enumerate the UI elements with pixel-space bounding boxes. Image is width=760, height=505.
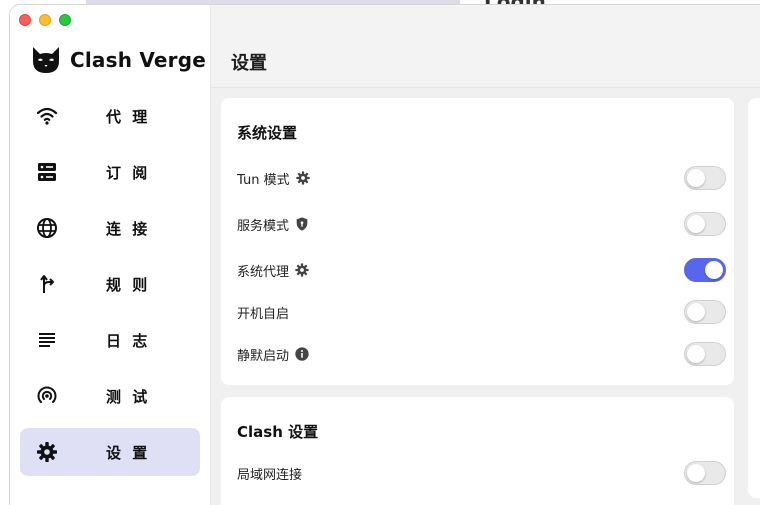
wifi-icon <box>36 107 58 125</box>
sidebar-item-connections[interactable]: 连 接 <box>20 204 200 252</box>
sidebar: Clash Verge 代 理 订 阅 连 接 规 则 日 志 测 试 设 置 <box>10 5 211 505</box>
toggle-knob <box>687 345 705 363</box>
setting-row-system-proxy: 系统代理 <box>237 256 726 284</box>
sidebar-item-settings[interactable]: 设 置 <box>20 428 200 476</box>
close-button[interactable] <box>19 14 31 26</box>
app-window: Clash Verge 代 理 订 阅 连 接 规 则 日 志 测 试 设 置 … <box>10 5 760 505</box>
sidebar-item-label: 代 理 <box>106 107 151 126</box>
sidebar-item-label: 订 阅 <box>106 163 151 182</box>
sidebar-item-label: 设 置 <box>106 443 151 462</box>
system-settings-card: 系统设置 Tun 模式 服务模式 系统代理 开机自启 静默启动 <box>221 98 734 385</box>
window-controls <box>19 14 71 26</box>
sidebar-item-label: 规 则 <box>106 275 151 294</box>
toggle-knob <box>687 169 705 187</box>
setting-row-lan: 局域网连接 <box>237 459 726 487</box>
service-mode-toggle[interactable] <box>684 212 726 236</box>
toggle-knob <box>687 464 705 482</box>
sidebar-item-label: 测 试 <box>106 387 151 406</box>
setting-row-autostart: 开机自启 <box>237 298 726 326</box>
card-title: 系统设置 <box>237 124 298 142</box>
radar-icon <box>37 386 57 403</box>
gear-icon[interactable] <box>294 262 310 278</box>
setting-label: 系统代理 <box>237 264 290 280</box>
minimize-button[interactable] <box>39 14 51 26</box>
globe-icon <box>37 218 57 238</box>
list-lines-icon <box>39 333 55 347</box>
sidebar-nav: 代 理 订 阅 连 接 规 则 日 志 测 试 设 置 <box>20 92 200 484</box>
toggle-knob <box>705 261 723 279</box>
page-header: 设置 <box>211 5 760 88</box>
sidebar-item-subscriptions[interactable]: 订 阅 <box>20 148 200 196</box>
main-content: 设置 系统设置 Tun 模式 服务模式 系统代理 开机自启 静默启动 Clash… <box>211 5 760 505</box>
sidebar-item-label: 连 接 <box>106 219 151 238</box>
tun-mode-toggle[interactable] <box>684 166 726 190</box>
setting-label: 静默启动 <box>237 348 290 364</box>
setting-row-silent-start: 静默启动 <box>237 340 726 368</box>
setting-label: 服务模式 <box>237 218 290 234</box>
shield-icon[interactable] <box>294 216 310 232</box>
cat-logo-icon <box>33 47 59 73</box>
setting-label: 局域网连接 <box>237 467 303 483</box>
silent-start-toggle[interactable] <box>684 342 726 366</box>
sidebar-item-proxy[interactable]: 代 理 <box>20 92 200 140</box>
setting-label: Tun 模式 <box>237 172 290 188</box>
sidebar-item-logs[interactable]: 日 志 <box>20 316 200 364</box>
lan-connection-toggle[interactable] <box>684 461 726 485</box>
system-proxy-toggle[interactable] <box>684 258 726 282</box>
setting-row-service: 服务模式 <box>237 210 726 238</box>
app-logo: Clash Verge <box>30 45 206 75</box>
gear-icon <box>37 442 57 462</box>
setting-row-tun: Tun 模式 <box>237 164 726 192</box>
right-settings-card <box>748 98 760 498</box>
app-title: Clash Verge <box>70 48 207 72</box>
maximize-button[interactable] <box>59 14 71 26</box>
info-icon[interactable] <box>294 346 310 362</box>
fork-arrow-icon <box>40 275 54 293</box>
sidebar-item-test[interactable]: 测 试 <box>20 372 200 420</box>
sidebar-item-label: 日 志 <box>106 331 151 350</box>
sidebar-item-rules[interactable]: 规 则 <box>20 260 200 308</box>
toggle-knob <box>687 215 705 233</box>
gear-icon[interactable] <box>295 170 311 186</box>
server-icon <box>38 163 56 181</box>
autostart-toggle[interactable] <box>684 300 726 324</box>
toggle-knob <box>687 303 705 321</box>
setting-label: 开机自启 <box>237 306 290 322</box>
clash-settings-card: Clash 设置 局域网连接 <box>221 397 734 505</box>
card-title: Clash 设置 <box>237 423 319 441</box>
page-title: 设置 <box>231 53 267 74</box>
